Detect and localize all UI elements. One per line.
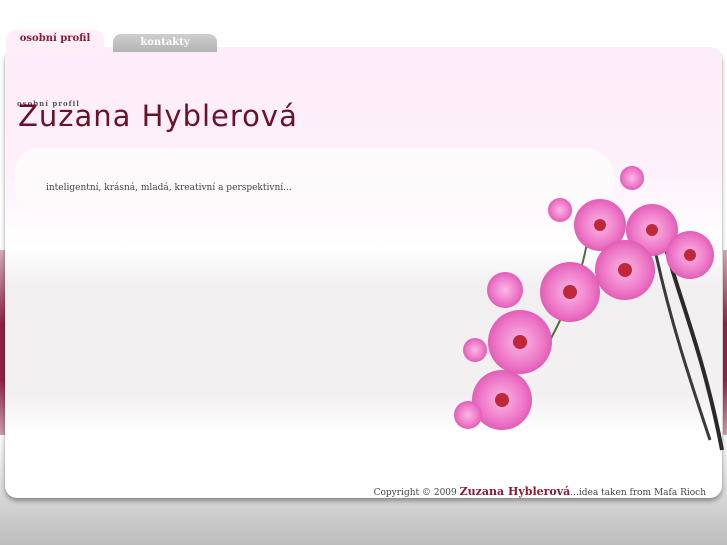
footer-name: Zuzana Hyblerová <box>459 485 571 498</box>
tab-kontakty[interactable]: kontakty <box>113 34 217 52</box>
footer-credit: ...idea taken from Mafa Rioch <box>570 488 706 498</box>
footer-copyright: Copyright © 2009 <box>373 488 457 498</box>
page-title: Zuzana Hyblerová <box>18 99 298 133</box>
tab-osobni-profil[interactable]: osobní profil <box>6 30 104 54</box>
footer: Copyright © 2009 Zuzana Hyblerová...idea… <box>374 485 706 498</box>
tagline-text: inteligentní, krásná, mladá, kreativní a… <box>46 183 292 193</box>
orchid-flowers-image <box>454 166 724 451</box>
